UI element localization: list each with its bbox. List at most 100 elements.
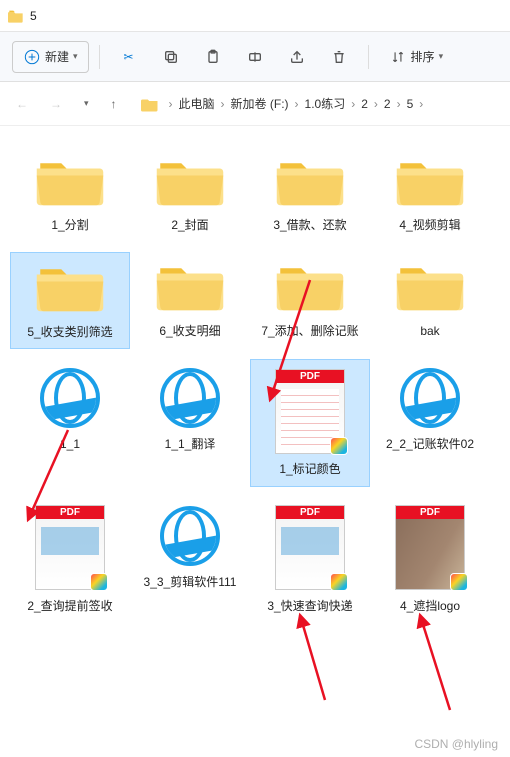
folder-icon xyxy=(393,152,468,212)
pdf-badge: PDF xyxy=(36,506,104,519)
item-label: 3_借款、还款 xyxy=(273,218,346,234)
breadcrumb[interactable]: › 此电脑 › 新加卷 (F:) › 1.0练习 › 2 › 2 › 5 › xyxy=(133,95,500,113)
recent-dropdown[interactable]: ▾ xyxy=(78,94,95,113)
folder-icon xyxy=(8,8,24,24)
copy-icon xyxy=(162,48,180,66)
folder-item[interactable]: 7_添加、删除记账 xyxy=(250,252,370,350)
pdf-icon: PDF xyxy=(33,503,108,593)
sort-label: 排序 xyxy=(411,48,435,65)
item-label: 2_查询提前签收 xyxy=(27,599,112,615)
item-label: 3_3_剪辑软件111 xyxy=(144,575,237,591)
item-label: 1_1_翻译 xyxy=(165,437,216,453)
up-button[interactable]: ↑ xyxy=(105,93,123,115)
nav-bar: ← → ▾ ↑ › 此电脑 › 新加卷 (F:) › 1.0练习 › 2 › 2 › 5 › xyxy=(0,82,510,126)
item-label: 3_快速查询快递 xyxy=(267,599,352,615)
clipboard-icon xyxy=(204,48,222,66)
item-label: 6_收支明细 xyxy=(159,324,220,340)
ie-icon xyxy=(33,365,108,431)
item-label: bak xyxy=(420,324,439,340)
item-label: 1_分割 xyxy=(51,218,88,234)
folder-item[interactable]: 5_收支类别筛选 xyxy=(10,252,130,350)
file-grid: 1_分割 2_封面 3_借款、还款 4_视频剪辑 5_收支类别筛选 6_收支明细 7_添加、… xyxy=(0,126,510,642)
folder-item[interactable]: 2_封面 xyxy=(130,146,250,242)
forward-button[interactable]: → xyxy=(44,93,68,115)
pdf-badge: PDF xyxy=(396,506,464,519)
item-label: 4_遮挡logo xyxy=(400,599,460,615)
ie-icon xyxy=(393,365,468,431)
rename-button[interactable] xyxy=(236,42,274,72)
breadcrumb-item[interactable]: 新加卷 (F:) xyxy=(231,95,289,112)
chevron-right-icon: › xyxy=(221,97,225,111)
ie-icon xyxy=(153,503,228,569)
paste-button[interactable] xyxy=(194,42,232,72)
cut-button[interactable]: ✂ xyxy=(110,42,148,72)
copy-button[interactable] xyxy=(152,42,190,72)
folder-icon xyxy=(273,152,348,212)
folder-item[interactable]: bak xyxy=(370,252,490,350)
chevron-down-icon: ▾ xyxy=(73,51,78,62)
folder-item[interactable]: 3_借款、还款 xyxy=(250,146,370,242)
item-label: 7_添加、删除记账 xyxy=(261,324,358,340)
chevron-right-icon: › xyxy=(169,97,173,111)
pdf-icon: PDF xyxy=(273,503,348,593)
window-title: 5 xyxy=(30,9,37,23)
pdf-badge: PDF xyxy=(276,506,344,519)
item-label: 5_收支类别筛选 xyxy=(27,325,112,341)
ie-icon xyxy=(153,365,228,431)
pdf-icon: PDF xyxy=(393,503,468,593)
shortcut-item[interactable]: 1_1 xyxy=(10,359,130,487)
file-item[interactable]: PDF 2_查询提前签收 xyxy=(10,497,130,623)
folder-icon xyxy=(141,95,159,113)
breadcrumb-item[interactable]: 此电脑 xyxy=(179,95,215,112)
breadcrumb-item[interactable]: 2 xyxy=(384,97,391,111)
folder-icon xyxy=(393,258,468,318)
wps-icon xyxy=(330,437,348,455)
wps-icon xyxy=(90,573,108,591)
new-label: 新建 xyxy=(45,48,69,65)
chevron-right-icon: › xyxy=(295,97,299,111)
delete-button[interactable] xyxy=(320,42,358,72)
shortcut-item[interactable]: 1_1_翻译 xyxy=(130,359,250,487)
item-label: 1_标记颜色 xyxy=(279,462,340,478)
folder-icon xyxy=(273,258,348,318)
watermark: CSDN @hlyling xyxy=(414,737,498,751)
chevron-right-icon: › xyxy=(419,97,423,111)
file-item[interactable]: PDF 4_遮挡logo xyxy=(370,497,490,623)
folder-item[interactable]: 4_视频剪辑 xyxy=(370,146,490,242)
chevron-right-icon: › xyxy=(351,97,355,111)
item-label: 1_1 xyxy=(60,437,80,453)
item-label: 2_封面 xyxy=(171,218,208,234)
title-bar: 5 xyxy=(0,0,510,32)
breadcrumb-item[interactable]: 1.0练习 xyxy=(305,95,346,112)
wps-icon xyxy=(330,573,348,591)
plus-icon xyxy=(23,48,41,66)
item-label: 4_视频剪辑 xyxy=(399,218,460,234)
chevron-right-icon: › xyxy=(374,97,378,111)
chevron-down-icon: ▾ xyxy=(439,51,444,62)
back-button[interactable]: ← xyxy=(10,93,34,115)
folder-icon xyxy=(33,152,108,212)
share-icon xyxy=(288,48,306,66)
scissors-icon: ✂ xyxy=(120,48,138,66)
trash-icon xyxy=(330,48,348,66)
breadcrumb-item[interactable]: 2 xyxy=(361,97,368,111)
breadcrumb-item[interactable]: 5 xyxy=(407,97,414,111)
pdf-icon: PDF xyxy=(273,366,348,456)
item-label: 2_2_记账软件02 xyxy=(386,437,474,453)
folder-item[interactable]: 6_收支明细 xyxy=(130,252,250,350)
folder-icon xyxy=(153,258,228,318)
share-button[interactable] xyxy=(278,42,316,72)
sort-icon xyxy=(389,48,407,66)
file-item[interactable]: PDF 3_快速查询快递 xyxy=(250,497,370,623)
shortcut-item[interactable]: 2_2_记账软件02 xyxy=(370,359,490,487)
folder-icon xyxy=(153,152,228,212)
pdf-badge: PDF xyxy=(276,370,344,383)
wps-icon xyxy=(450,573,468,591)
toolbar: 新建 ▾ ✂ 排序 ▾ xyxy=(0,32,510,82)
chevron-right-icon: › xyxy=(397,97,401,111)
file-item[interactable]: PDF 1_标记颜色 xyxy=(250,359,370,487)
sort-button[interactable]: 排序 ▾ xyxy=(379,42,454,72)
new-button[interactable]: 新建 ▾ xyxy=(12,41,89,73)
shortcut-item[interactable]: 3_3_剪辑软件111 xyxy=(130,497,250,623)
folder-item[interactable]: 1_分割 xyxy=(10,146,130,242)
